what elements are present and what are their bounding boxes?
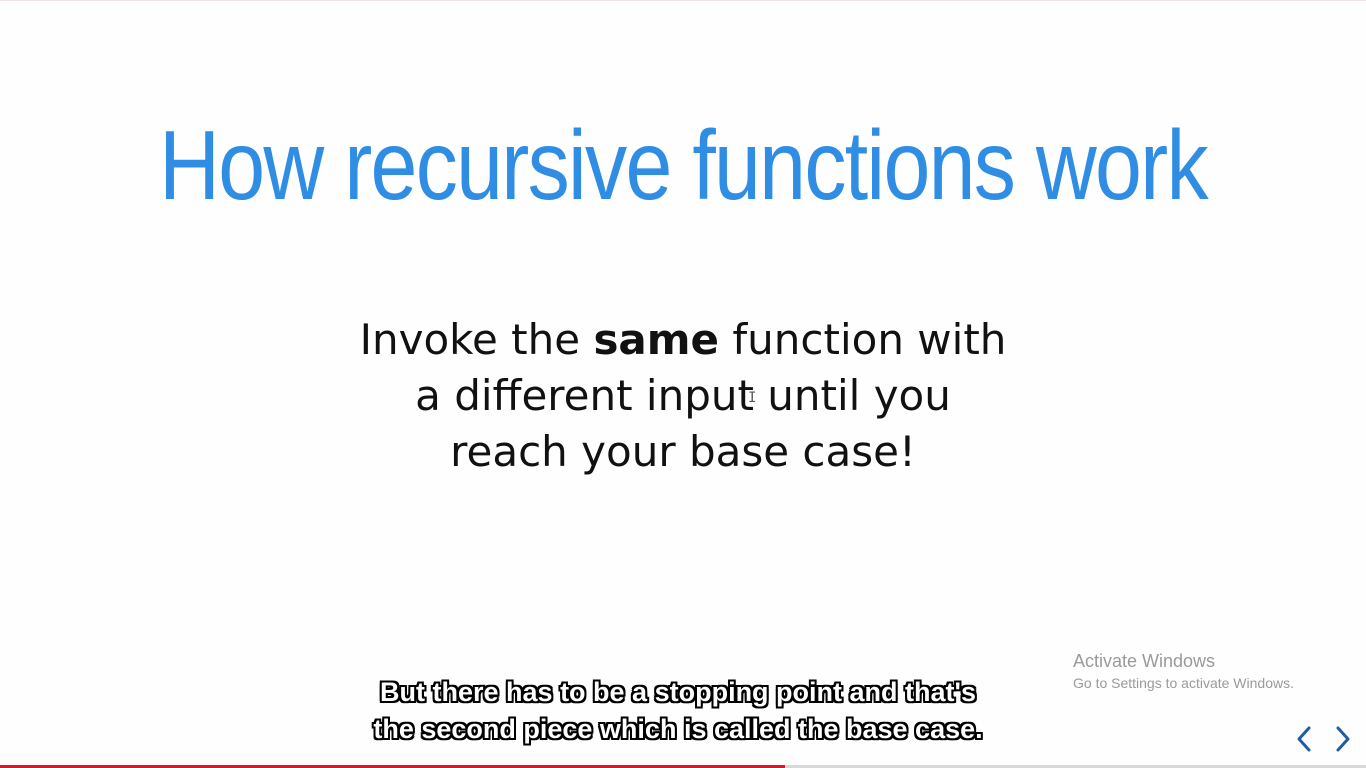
slide-body-line-1: Invoke the same function with — [0, 312, 1366, 368]
body-text-post: function with — [719, 315, 1007, 364]
previous-button[interactable] — [1289, 724, 1319, 754]
slide-body-line-3: reach your base case! — [450, 427, 916, 476]
next-button[interactable] — [1328, 724, 1358, 754]
top-divider — [0, 0, 1366, 1]
watermark-subtitle: Go to Settings to activate Windows. — [1073, 675, 1294, 691]
body-text-pre: Invoke the — [359, 315, 594, 364]
text-cursor-icon: I — [748, 390, 757, 406]
chevron-left-icon — [1297, 726, 1311, 752]
watermark-title: Activate Windows — [1073, 651, 1216, 671]
slide-body-line-2: a different input until you — [415, 371, 951, 420]
body-text-emphasis: same — [593, 315, 720, 364]
video-frame[interactable]: How recursive functions work Invoke the … — [0, 0, 1366, 768]
activate-windows-watermark: Activate Windows Go to Settings to activ… — [1073, 650, 1294, 694]
slide-title: How recursive functions work — [159, 110, 1209, 220]
caption-line-2: the second piece which is called the bas… — [373, 714, 983, 744]
chevron-right-icon — [1336, 726, 1350, 752]
slide-body: Invoke the same function with a differen… — [0, 312, 1366, 480]
